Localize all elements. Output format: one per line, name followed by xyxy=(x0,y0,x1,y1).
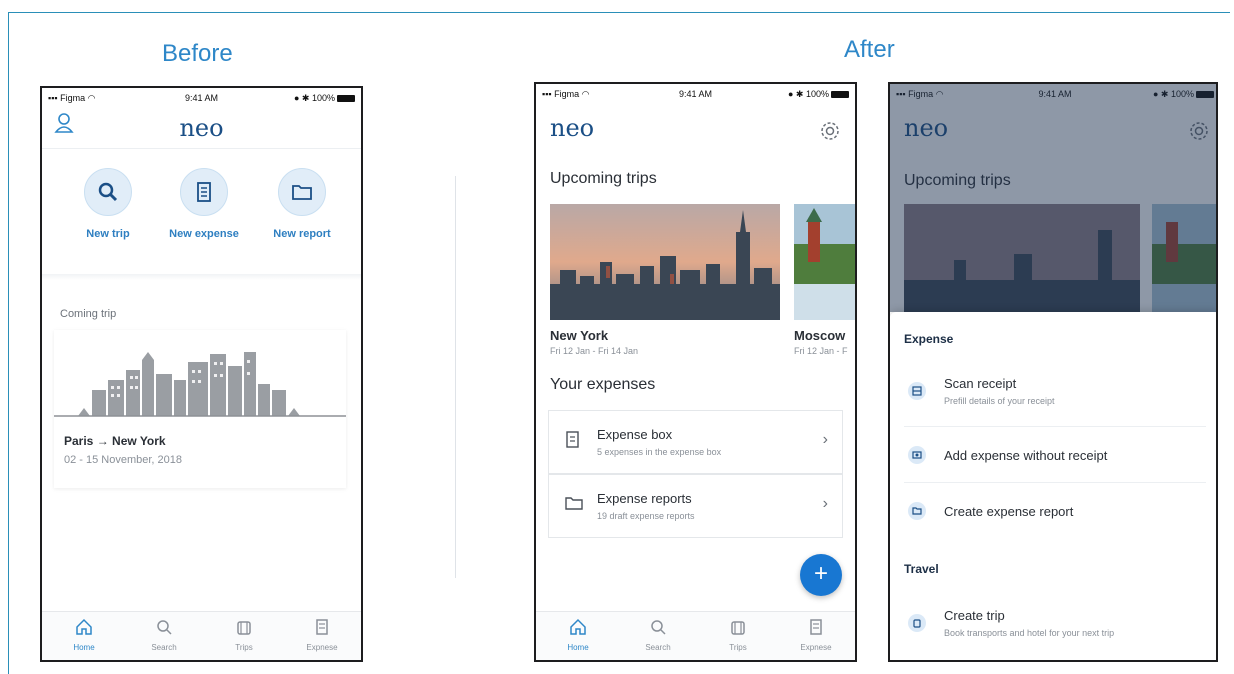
frame-left-border xyxy=(8,12,9,674)
home-icon xyxy=(570,618,586,635)
trip-card-new-york[interactable] xyxy=(550,204,780,320)
search-icon xyxy=(98,182,118,202)
app-logo: neo xyxy=(179,114,224,142)
moscow-photo xyxy=(794,204,855,320)
tab-bar: Home Search Trips Expnese xyxy=(42,611,361,660)
tab-trips[interactable]: Trips xyxy=(708,618,768,652)
your-expenses-title: Your expenses xyxy=(550,376,656,393)
status-bar: ▪▪▪ Figma ◠ 9:41 AM ● ✱ 100% xyxy=(42,88,361,108)
luggage-icon xyxy=(731,621,745,635)
status-bar: ▪▪▪ Figma ◠ 9:41 AM ● ✱ 100% xyxy=(536,84,855,104)
trip-card-moscow[interactable] xyxy=(794,204,855,320)
receipt-icon xyxy=(810,619,822,635)
create-trip-item[interactable]: Create trip Book transports and hotel fo… xyxy=(890,592,1216,652)
dim-overlay[interactable] xyxy=(890,84,1216,312)
frame-top-border xyxy=(8,12,1230,13)
chevron-right-icon: › xyxy=(822,431,828,448)
after-phone-home: ▪▪▪ Figma ◠ 9:41 AM ● ✱ 100% neo Upcomin… xyxy=(534,82,857,662)
tab-home[interactable]: Home xyxy=(548,618,608,652)
new-york-skyline-photo xyxy=(550,204,780,320)
search-icon xyxy=(157,620,172,635)
luggage-icon xyxy=(908,614,926,632)
new-expense-button[interactable]: New expense xyxy=(154,168,254,240)
trip-route: Paris → New York xyxy=(64,434,166,448)
after-phone-sheet: ▪▪▪ Figma ◠ 9:41 AM ● ✱ 100% neo Upcomin… xyxy=(888,82,1218,662)
add-expense-without-receipt-item[interactable]: Add expense without receipt xyxy=(890,428,1216,482)
app-logo: neo xyxy=(550,114,595,142)
tab-trips[interactable]: Trips xyxy=(214,618,274,652)
before-phone: ▪▪▪ Figma ◠ 9:41 AM ● ✱ 100% neo New tri… xyxy=(40,86,363,662)
tab-bar: Home Search Trips Expnese xyxy=(536,611,855,660)
scan-icon xyxy=(908,382,926,400)
expense-box-row[interactable]: Expense box 5 expenses in the expense bo… xyxy=(548,410,843,474)
trip-city-new-york: New York xyxy=(550,328,609,343)
divider xyxy=(455,176,456,578)
city-skyline-illustration xyxy=(54,352,346,417)
after-label: After xyxy=(844,36,895,63)
coming-trip-label: Coming trip xyxy=(60,308,117,320)
upcoming-trips-title: Upcoming trips xyxy=(550,170,657,187)
luggage-icon xyxy=(237,621,251,635)
action-sheet: Expense Scan receipt Prefill details of … xyxy=(890,312,1216,660)
chevron-right-icon: › xyxy=(822,495,828,512)
receipt-icon xyxy=(316,619,328,635)
receipt-icon xyxy=(566,431,579,448)
tab-expense[interactable]: Expnese xyxy=(292,618,352,652)
trip-dates-moscow: Fri 12 Jan - F xyxy=(794,346,848,356)
trip-city-moscow: Moscow xyxy=(794,328,846,343)
new-trip-button[interactable]: New trip xyxy=(58,168,158,240)
new-report-button[interactable]: New report xyxy=(252,168,352,240)
gear-icon[interactable] xyxy=(819,120,841,142)
add-fab-button[interactable]: + xyxy=(800,554,842,596)
tab-home[interactable]: Home xyxy=(54,618,114,652)
scan-receipt-item[interactable]: Scan receipt Prefill details of your rec… xyxy=(890,358,1216,418)
home-icon xyxy=(76,618,92,635)
search-icon xyxy=(651,620,666,635)
money-icon xyxy=(908,446,926,464)
before-label: Before xyxy=(162,40,233,67)
folder-icon xyxy=(292,185,312,200)
receipt-icon xyxy=(197,182,211,202)
trip-dates-new-york: Fri 12 Jan - Fri 14 Jan xyxy=(550,346,639,356)
expense-reports-row[interactable]: Expense reports 19 draft expense reports… xyxy=(548,474,843,538)
folder-icon xyxy=(908,502,926,520)
travel-section-header: Travel xyxy=(904,562,939,576)
tab-search[interactable]: Search xyxy=(134,618,194,652)
expense-section-header: Expense xyxy=(904,332,954,346)
create-expense-report-item[interactable]: Create expense report xyxy=(890,484,1216,538)
trip-dates: 02 - 15 November, 2018 xyxy=(64,454,183,466)
coming-trip-card[interactable]: Paris → New York 02 - 15 November, 2018 xyxy=(54,330,346,488)
tab-expense[interactable]: Expnese xyxy=(786,618,846,652)
tab-search[interactable]: Search xyxy=(628,618,688,652)
folder-icon xyxy=(565,497,583,510)
